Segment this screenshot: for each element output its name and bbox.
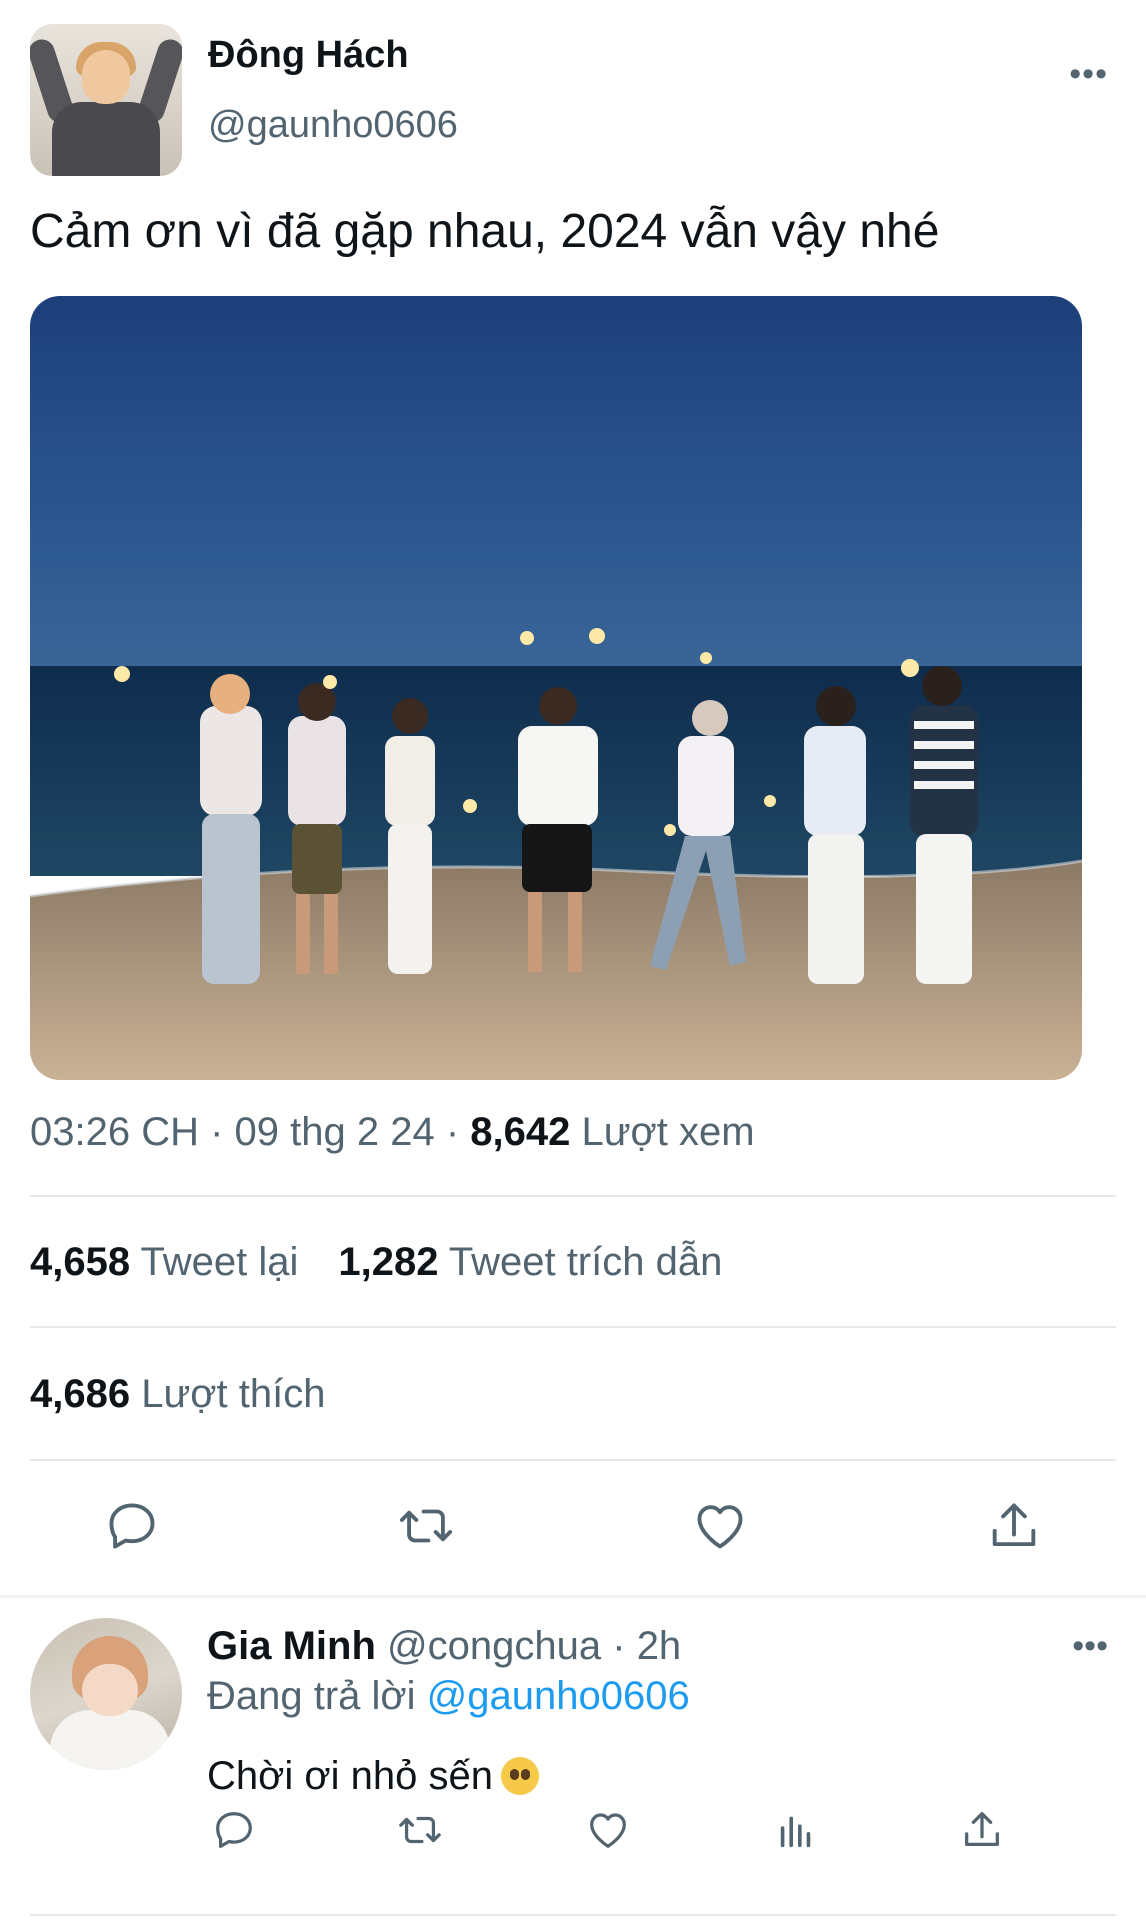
replying-to: Đang trả lời @gaunho0606 — [207, 1674, 690, 1719]
views-label: Lượt xem — [581, 1110, 755, 1154]
reply-header: Gia Minh @congchua · 2h — [207, 1624, 681, 1669]
likes-stats: 4,686 Lượt thích — [30, 1372, 325, 1417]
tweet-text: Cảm ơn vì đã gặp nhau, 2024 vẫn vậy nhé — [30, 205, 940, 258]
tweet-actions — [0, 1490, 1146, 1562]
divider — [0, 1595, 1146, 1598]
author-name[interactable]: Đông Hách — [208, 34, 409, 77]
reply-tweet[interactable]: Gia Minh @congchua · 2h ••• Đang trả lời… — [0, 1602, 1146, 1920]
replying-label: Đang trả lời — [207, 1674, 416, 1718]
more-horizontal-icon[interactable]: ••• — [1069, 57, 1108, 91]
tweet-meta: 03:26 CH · 09 thg 2 24 · 8,642 Lượt xem — [30, 1110, 755, 1154]
reply-time: 2h — [636, 1624, 682, 1668]
reply-author-handle[interactable]: @congchua — [387, 1624, 601, 1668]
analytics-icon[interactable] — [768, 1802, 824, 1858]
likes-link[interactable]: 4,686 Lượt thích — [30, 1372, 325, 1416]
retweet-icon[interactable] — [390, 1490, 462, 1562]
tweet-time: 03:26 CH — [30, 1110, 199, 1154]
quotes-link[interactable]: 1,282 Tweet trích dẫn — [338, 1240, 722, 1284]
beach-sparklers-image — [30, 296, 1082, 1080]
retweet-stats: 4,658 Tweet lại 1,282 Tweet trích dẫn — [30, 1240, 722, 1285]
reply-author-avatar[interactable] — [30, 1618, 182, 1770]
like-icon[interactable] — [580, 1802, 636, 1858]
reply-author-name[interactable]: Gia Minh — [207, 1624, 376, 1668]
retweets-label: Tweet lại — [140, 1240, 299, 1284]
retweet-icon[interactable] — [392, 1802, 448, 1858]
reply-actions — [0, 1802, 1146, 1862]
replying-to-mention[interactable]: @gaunho0606 — [427, 1674, 690, 1718]
likes-label: Lượt thích — [141, 1372, 326, 1416]
divider — [30, 1914, 1116, 1916]
divider — [30, 1326, 1116, 1328]
tweet-photo[interactable] — [30, 296, 1082, 1080]
reply-text: Chời ơi nhỏ sến — [207, 1754, 539, 1799]
quotes-label: Tweet trích dẫn — [448, 1240, 723, 1284]
like-icon[interactable] — [684, 1490, 756, 1562]
share-icon[interactable] — [978, 1490, 1050, 1562]
retweets-link[interactable]: 4,658 Tweet lại — [30, 1240, 298, 1284]
main-tweet: Đông Hách @gaunho0606 ••• Cảm ơn vì đã g… — [0, 0, 1146, 1598]
author-handle[interactable]: @gaunho0606 — [208, 104, 458, 147]
retweets-count: 4,658 — [30, 1240, 131, 1284]
reply-separator: · — [612, 1624, 626, 1668]
reply-text-content: Chời ơi nhỏ sến — [207, 1754, 493, 1798]
pleading-face-emoji-icon — [500, 1757, 539, 1795]
quotes-count: 1,282 — [338, 1240, 439, 1284]
reply-icon[interactable] — [206, 1802, 262, 1858]
more-horizontal-icon[interactable]: ••• — [1072, 1629, 1108, 1663]
share-icon[interactable] — [954, 1802, 1010, 1858]
author-avatar[interactable] — [30, 24, 182, 176]
views-count: 8,642 — [470, 1110, 571, 1154]
tweet-date: 09 thg 2 24 — [234, 1110, 435, 1154]
divider — [30, 1459, 1116, 1461]
reply-icon[interactable] — [96, 1490, 168, 1562]
divider — [30, 1195, 1116, 1197]
likes-count: 4,686 — [30, 1372, 131, 1416]
